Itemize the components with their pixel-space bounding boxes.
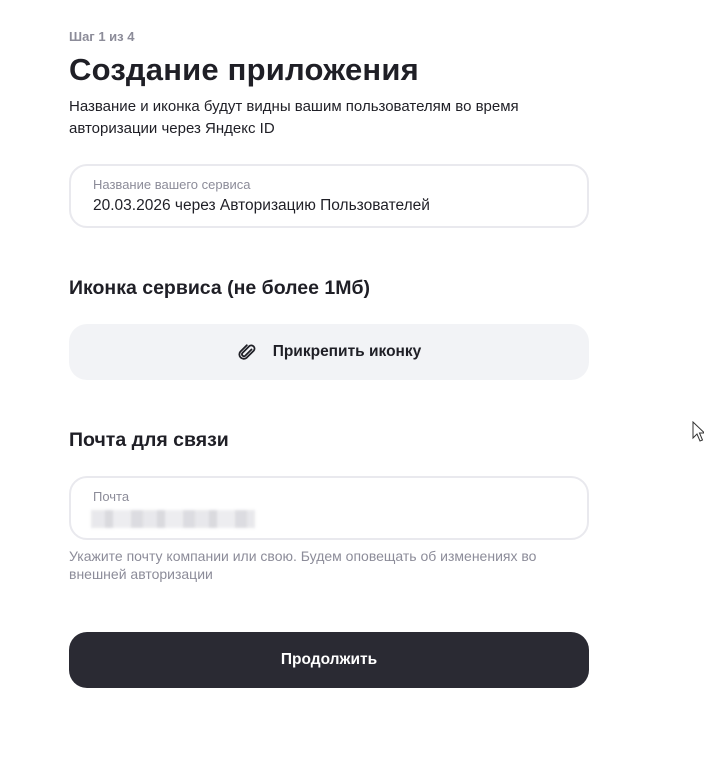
attach-icon-button[interactable]: Прикрепить иконку bbox=[69, 324, 589, 380]
mouse-cursor-icon bbox=[692, 421, 704, 442]
service-name-label: Название вашего сервиса bbox=[93, 177, 251, 192]
attach-icon-label: Прикрепить иконку bbox=[272, 343, 422, 360]
continue-button[interactable]: Продолжить bbox=[69, 632, 589, 688]
paperclip-icon bbox=[237, 342, 257, 362]
service-name-input[interactable] bbox=[93, 197, 563, 215]
email-hint: Укажите почту компании или свою. Будем о… bbox=[69, 548, 537, 582]
icon-section-heading: Иконка сервиса (не более 1Мб) bbox=[69, 277, 371, 299]
service-name-field[interactable]: Название вашего сервиса bbox=[69, 164, 589, 228]
page-subtitle: Название и иконка будут видны вашим поль… bbox=[69, 98, 519, 137]
page-title: Создание приложения bbox=[69, 52, 419, 87]
email-field[interactable]: Почта bbox=[69, 476, 589, 540]
email-section-heading: Почта для связи bbox=[69, 429, 229, 451]
email-label: Почта bbox=[93, 489, 130, 504]
step-indicator: Шаг 1 из 4 bbox=[69, 29, 135, 44]
email-value-blurred[interactable] bbox=[91, 510, 255, 528]
